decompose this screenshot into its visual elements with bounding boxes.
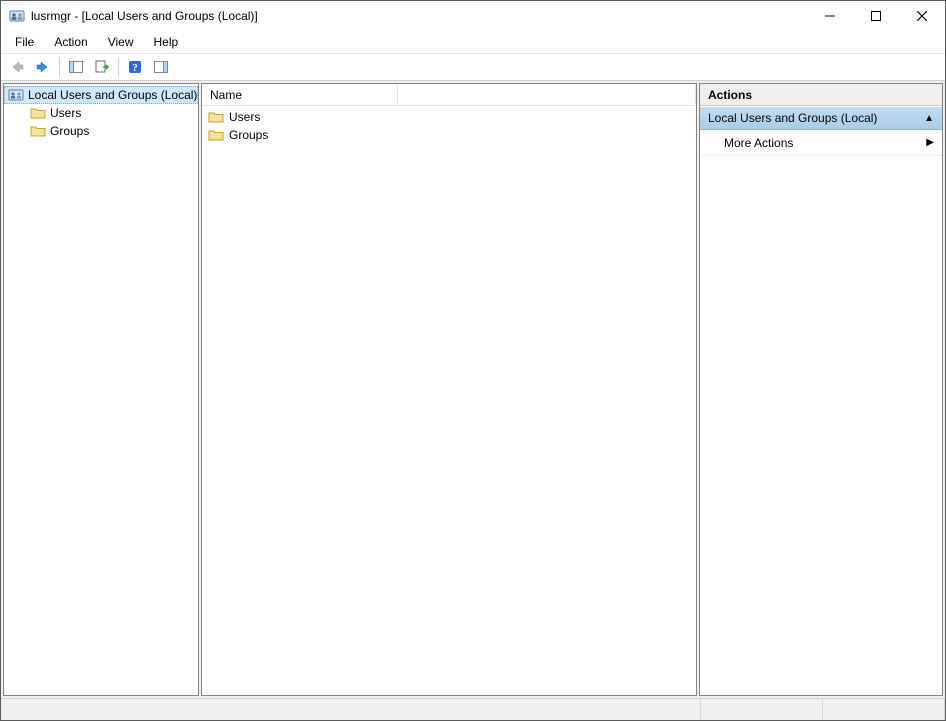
action-pane-icon [153, 59, 169, 75]
actions-group-header[interactable]: Local Users and Groups (Local) ▲ [700, 106, 942, 130]
toolbar-separator [118, 57, 119, 77]
window-title: lusrmgr - [Local Users and Groups (Local… [31, 9, 807, 23]
app-icon [9, 8, 25, 24]
help-button[interactable]: ? [123, 56, 147, 78]
back-button[interactable] [5, 56, 29, 78]
users-groups-icon [8, 87, 24, 103]
menu-action[interactable]: Action [44, 33, 97, 51]
minimize-button[interactable] [807, 1, 853, 31]
help-icon: ? [127, 59, 143, 75]
forward-button[interactable] [31, 56, 55, 78]
menu-help[interactable]: Help [144, 33, 189, 51]
maximize-button[interactable] [853, 1, 899, 31]
console-tree-pane: Local Users and Groups (Local) Users Gro… [3, 83, 199, 696]
tree-node-users[interactable]: Users [4, 104, 198, 122]
results-pane: Name Users Groups [201, 83, 697, 696]
arrow-right-icon [35, 59, 51, 75]
close-button[interactable] [899, 1, 945, 31]
list-item-groups[interactable]: Groups [202, 126, 696, 144]
console-tree-icon [68, 59, 84, 75]
console-tree: Local Users and Groups (Local) Users Gro… [4, 84, 198, 142]
toolbar: ? [1, 53, 945, 81]
list-item-label: Groups [229, 128, 268, 142]
tree-node-groups[interactable]: Groups [4, 122, 198, 140]
tree-node-label: Local Users and Groups (Local) [28, 88, 197, 102]
column-header-blank[interactable] [398, 84, 696, 105]
status-segment-main [1, 699, 701, 720]
list-item-label: Users [229, 110, 260, 124]
folder-icon [208, 109, 224, 125]
menu-bar: File Action View Help [1, 31, 945, 53]
export-list-button[interactable] [90, 56, 114, 78]
svg-text:?: ? [132, 62, 138, 74]
folder-icon [30, 123, 46, 139]
toolbar-separator [59, 57, 60, 77]
list-item-users[interactable]: Users [202, 108, 696, 126]
collapse-up-icon: ▲ [924, 113, 934, 124]
actions-pane-header: Actions [700, 84, 942, 106]
workspace: Local Users and Groups (Local) Users Gro… [1, 81, 945, 698]
action-more-actions[interactable]: More Actions ▶ [700, 130, 942, 156]
submenu-arrow-icon: ▶ [926, 137, 934, 148]
actions-pane: Actions Local Users and Groups (Local) ▲… [699, 83, 943, 696]
status-bar [1, 698, 945, 720]
title-bar: lusrmgr - [Local Users and Groups (Local… [1, 1, 945, 31]
tree-node-label: Users [50, 106, 81, 120]
show-hide-action-pane-button[interactable] [149, 56, 173, 78]
arrow-left-icon [9, 59, 25, 75]
menu-file[interactable]: File [5, 33, 44, 51]
tree-node-root[interactable]: Local Users and Groups (Local) [4, 86, 198, 104]
window-root: lusrmgr - [Local Users and Groups (Local… [0, 0, 946, 721]
status-segment-2 [823, 699, 945, 720]
menu-view[interactable]: View [98, 33, 144, 51]
action-label: More Actions [724, 136, 793, 150]
column-header-name[interactable]: Name [202, 84, 398, 105]
column-headers: Name [202, 84, 696, 106]
tree-node-label: Groups [50, 124, 89, 138]
folder-icon [30, 105, 46, 121]
folder-icon [208, 127, 224, 143]
status-segment-1 [701, 699, 823, 720]
actions-group-label: Local Users and Groups (Local) [708, 111, 877, 125]
window-controls [807, 1, 945, 31]
list-body: Users Groups [202, 106, 696, 695]
show-hide-console-tree-button[interactable] [64, 56, 88, 78]
export-list-icon [94, 59, 110, 75]
